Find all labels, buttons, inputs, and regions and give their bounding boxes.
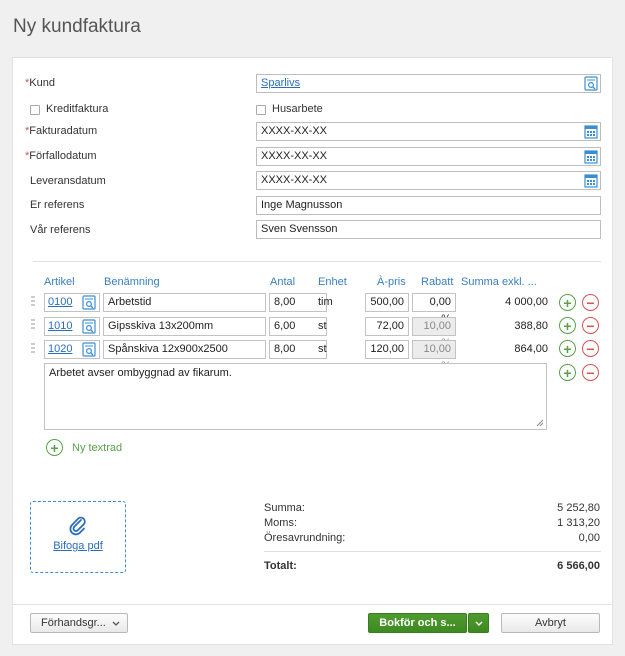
rabatt-field[interactable]: 0,00 % <box>412 293 456 325</box>
plus-icon[interactable]: + <box>46 439 63 456</box>
search-icon[interactable] <box>584 76 598 91</box>
drag-handle-icon[interactable] <box>31 296 35 310</box>
cancel-button[interactable]: Avbryt <box>501 613 600 633</box>
artikel-field[interactable]: 1020 <box>44 340 100 359</box>
search-icon[interactable] <box>82 319 96 334</box>
artikel-link[interactable]: 1020 <box>48 343 72 355</box>
divider <box>264 551 601 552</box>
col-header-apris[interactable]: À-pris <box>377 276 406 288</box>
leveransdatum-value: XXXX-XX-XX <box>261 174 328 186</box>
chevron-down-icon <box>475 621 483 626</box>
col-header-benamning[interactable]: Benämning <box>104 276 160 288</box>
minus-icon[interactable]: − <box>582 294 599 311</box>
forfallodatum-label: *Förfallodatum <box>25 150 97 162</box>
kund-field[interactable]: Sparlivs <box>256 74 601 93</box>
book-options-dropdown[interactable] <box>468 613 489 633</box>
divider <box>33 261 601 262</box>
enhet-value: st <box>318 320 327 332</box>
fakturadatum-label: *Fakturadatum <box>25 125 97 137</box>
forfallodatum-field[interactable]: XXXX-XX-XX <box>256 147 601 166</box>
summa-label: Summa: <box>264 502 305 514</box>
enhet-value: st <box>318 343 327 355</box>
summa-value: 864,00 <box>514 343 548 355</box>
invoice-panel: *Kund Sparlivs Kreditfaktura Husarbete *… <box>12 57 613 645</box>
artikel-field[interactable]: 1010 <box>44 317 100 336</box>
fakturadatum-label-text: Fakturadatum <box>29 125 98 137</box>
col-header-antal[interactable]: Antal <box>270 276 295 288</box>
plus-icon[interactable]: + <box>559 364 576 381</box>
kreditfaktura-label: Kreditfaktura <box>46 103 109 115</box>
attach-pdf-box[interactable]: Bifoga pdf <box>30 501 126 573</box>
col-header-rabatt[interactable]: Rabatt <box>421 276 453 288</box>
preview-label: Förhandsgr... <box>41 617 106 629</box>
artikel-link[interactable]: 1010 <box>48 320 72 332</box>
kund-link[interactable]: Sparlivs <box>261 77 300 89</box>
husarbete-label: Husarbete <box>272 103 323 115</box>
leveransdatum-label: Leveransdatum <box>30 175 106 187</box>
search-icon[interactable] <box>82 342 96 357</box>
fakturadatum-value: XXXX-XX-XX <box>261 125 328 137</box>
col-header-enhet[interactable]: Enhet <box>318 276 347 288</box>
new-textrow-button[interactable]: Ny textrad <box>72 442 122 454</box>
rabatt-field: 10,00 % <box>412 317 456 349</box>
var-referens-label-text: Vår referens <box>30 224 91 236</box>
calendar-icon[interactable] <box>584 124 598 139</box>
summa-total-value: 5 252,80 <box>557 502 600 514</box>
col-header-summa[interactable]: Summa exkl. ... <box>461 276 537 288</box>
apris-field[interactable]: 72,00 <box>365 317 409 336</box>
artikel-field[interactable]: 0100 <box>44 293 100 312</box>
calendar-icon[interactable] <box>584 173 598 188</box>
kund-label-text: Kund <box>29 77 55 89</box>
page-title: Ny kundfaktura <box>13 16 141 37</box>
rabatt-field: 10,00 % <box>412 340 456 372</box>
benamning-field[interactable]: Arbetstid <box>103 293 266 312</box>
textrow-textarea[interactable]: Arbetet avser ombyggnad av fikarum. <box>44 363 547 430</box>
fakturadatum-field[interactable]: XXXX-XX-XX <box>256 122 601 141</box>
search-icon[interactable] <box>82 295 96 310</box>
drag-handle-icon[interactable] <box>31 319 35 333</box>
minus-icon[interactable]: − <box>582 340 599 357</box>
moms-label: Moms: <box>264 517 297 529</box>
summa-value: 388,80 <box>514 320 548 332</box>
col-header-artikel[interactable]: Artikel <box>44 276 75 288</box>
minus-icon[interactable]: − <box>582 317 599 334</box>
oresavrundning-label: Öresavrundning: <box>264 532 346 544</box>
var-referens-label: Vår referens <box>30 224 91 236</box>
kreditfaktura-checkbox[interactable] <box>30 105 40 115</box>
apris-field[interactable]: 500,00 <box>365 293 409 312</box>
textrow-value: Arbetet avser ombyggnad av fikarum. <box>49 367 232 379</box>
calendar-icon[interactable] <box>584 149 598 164</box>
plus-icon[interactable]: + <box>559 340 576 357</box>
er-referens-label: Er referens <box>30 199 85 211</box>
drag-handle-icon[interactable] <box>31 343 35 357</box>
kund-label: *Kund <box>25 77 55 89</box>
book-and-send-button[interactable]: Bokför och s... <box>368 613 467 633</box>
leveransdatum-field[interactable]: XXXX-XX-XX <box>256 171 601 190</box>
totalt-label: Totalt: <box>264 560 297 572</box>
enhet-value: tim <box>318 296 333 308</box>
var-referens-field[interactable]: Sven Svensson <box>256 220 601 239</box>
plus-icon[interactable]: + <box>559 317 576 334</box>
summa-value: 4 000,00 <box>505 296 548 308</box>
oresavrundning-value: 0,00 <box>578 532 600 544</box>
footer-divider <box>13 604 612 605</box>
minus-icon[interactable]: − <box>582 364 599 381</box>
er-referens-field[interactable]: Inge Magnusson <box>256 196 601 215</box>
forfallodatum-label-text: Förfallodatum <box>29 150 97 162</box>
artikel-link[interactable]: 0100 <box>48 296 72 308</box>
apris-field[interactable]: 120,00 <box>365 340 409 359</box>
paperclip-icon <box>69 516 86 536</box>
preview-dropdown[interactable]: Förhandsgr... <box>30 613 128 633</box>
moms-value: 1 313,20 <box>557 517 600 529</box>
benamning-field[interactable]: Spånskiva 12x900x2500 <box>103 340 266 359</box>
attach-pdf-link[interactable]: Bifoga pdf <box>31 540 125 552</box>
benamning-field[interactable]: Gipsskiva 13x200mm <box>103 317 266 336</box>
chevron-down-icon <box>112 621 120 626</box>
husarbete-checkbox[interactable] <box>256 105 266 115</box>
forfallodatum-value: XXXX-XX-XX <box>261 150 328 162</box>
resize-handle-icon[interactable] <box>536 419 544 427</box>
totalt-value: 6 566,00 <box>557 560 600 572</box>
plus-icon[interactable]: + <box>559 294 576 311</box>
